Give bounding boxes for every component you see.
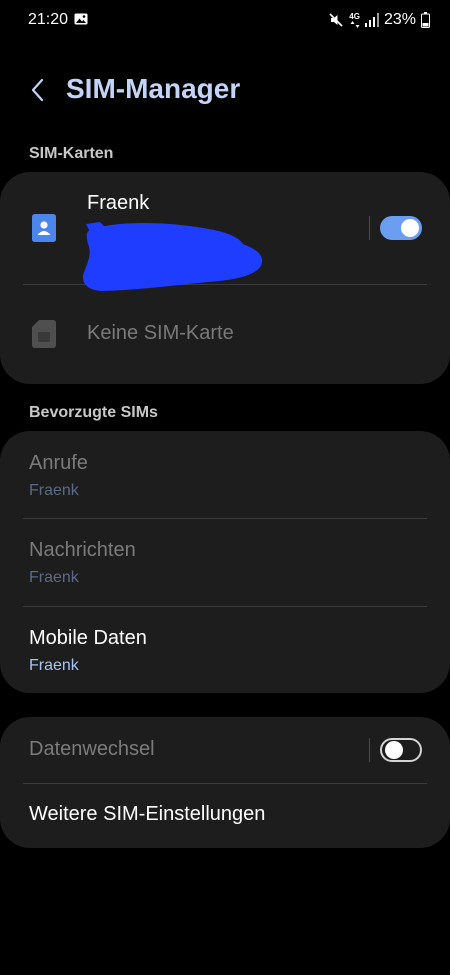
messages-title: Nachrichten [29,539,136,561]
preferred-calls-row[interactable]: Anrufe Fraenk [0,431,450,518]
preferred-mobile-data-row[interactable]: Mobile Daten Fraenk [0,607,450,693]
battery-percent: 23% [383,11,416,28]
sim1-toggle[interactable] [380,216,422,240]
vertical-separator [369,216,370,240]
app-header: SIM-Manager [0,66,450,114]
network-label: 4G [349,11,360,21]
vertical-separator [369,738,370,762]
more-sim-settings-row[interactable]: Weitere SIM-Einstellungen [0,784,450,848]
page-title: SIM-Manager [66,73,241,104]
sim1-name: Fraenk [87,192,150,214]
data-arrows-icon [350,20,360,28]
back-button[interactable] [22,74,54,106]
preferred-sims-card: Anrufe Fraenk Nachrichten Fraenk Mobile … [0,431,450,693]
sim-card-icon [32,214,56,242]
other-settings-card: Datenwechsel Weitere SIM-Einstellungen [0,717,450,848]
status-time: 21:20 [28,11,69,28]
status-bar: 21:20 4G 23% [0,0,450,40]
mobile-data-title: Mobile Daten [29,627,147,649]
messages-value: Fraenk [29,569,79,586]
calls-value: Fraenk [29,482,79,499]
toggle-knob [401,219,419,237]
section-label-sim-cards: SIM-Karten [29,145,114,162]
calls-title: Anrufe [29,452,88,474]
chevron-left-icon [31,78,44,102]
empty-sim-icon [32,320,56,348]
more-sim-settings-label: Weitere SIM-Einstellungen [29,803,266,825]
screen: 21:20 4G 23% SIM-Manager SIM-Karten Frae… [0,0,450,975]
section-label-preferred: Bevorzugte SIMs [29,404,158,421]
status-icons: 4G 23% [328,10,430,30]
sim2-row: Keine SIM-Karte [0,285,450,384]
mute-vibrate-icon [329,13,343,27]
toggle-knob [385,741,403,759]
network-type: 4G [349,11,360,28]
redaction-scribble [82,222,263,291]
battery-icon [421,12,430,28]
data-switch-toggle[interactable] [380,738,422,762]
sim2-label: Keine SIM-Karte [87,322,234,344]
mobile-data-value: Fraenk [29,657,79,674]
data-switch-row: Datenwechsel [0,717,360,783]
signal-icon [364,13,379,27]
preferred-messages-row[interactable]: Nachrichten Fraenk [0,519,450,606]
gallery-notification-icon [74,13,88,25]
data-switch-label: Datenwechsel [29,738,155,760]
